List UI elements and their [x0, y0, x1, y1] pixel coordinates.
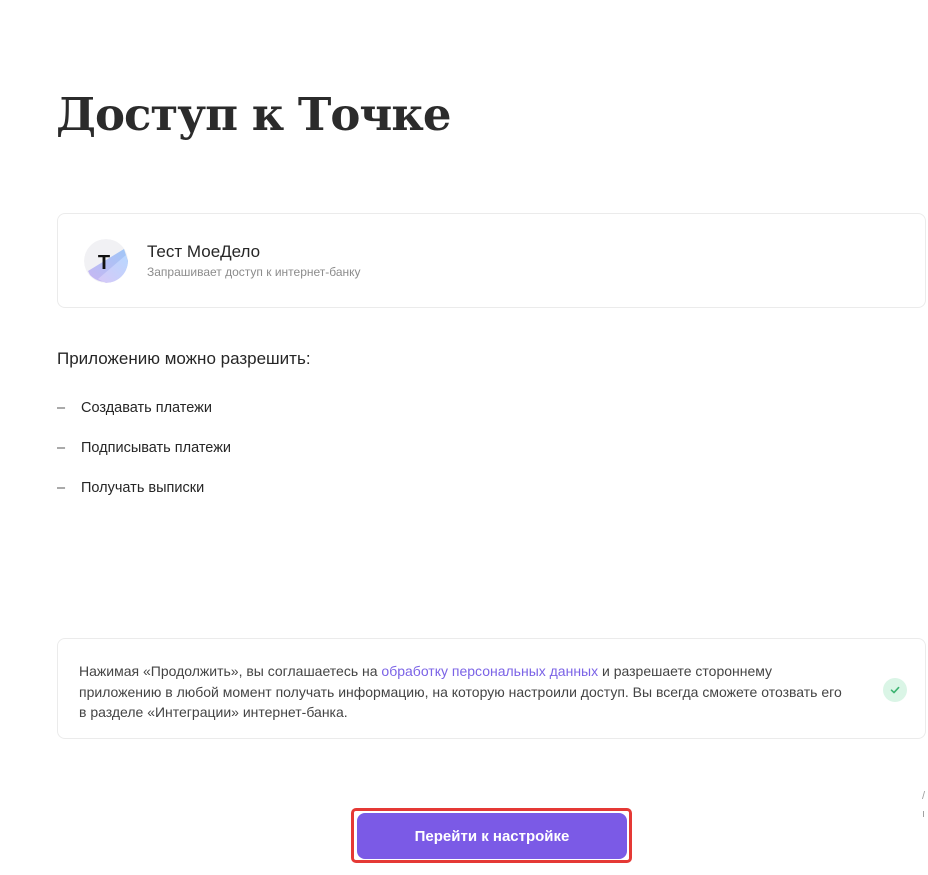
- app-card: T Тест МоеДело Запрашивает доступ к инте…: [57, 213, 926, 308]
- permission-label: Получать выписки: [81, 480, 205, 496]
- check-icon[interactable]: [883, 678, 907, 702]
- list-item: – Создавать платежи: [57, 400, 231, 440]
- consent-card: Нажимая «Продолжить», вы соглашаетесь на…: [57, 638, 926, 739]
- permission-label: Создавать платежи: [81, 400, 212, 416]
- permissions-list: – Создавать платежи – Подписывать платежи …: [57, 400, 231, 520]
- list-dash: –: [57, 440, 66, 456]
- consent-text-before: Нажимая «Продолжить», вы соглашаетесь на: [79, 663, 382, 679]
- permission-label: Подписывать платежи: [81, 440, 231, 456]
- page-title: Доступ к Точке: [56, 88, 451, 141]
- personal-data-link[interactable]: обработку персональных данных: [381, 663, 598, 679]
- edge-glyph: ı: [922, 808, 926, 820]
- app-name: Тест МоеДело: [147, 242, 261, 261]
- consent-text: Нажимая «Продолжить», вы соглашаетесь на…: [79, 661, 849, 723]
- edge-glyph: /: [922, 790, 926, 802]
- go-to-settings-button[interactable]: Перейти к настройке: [357, 813, 627, 859]
- permissions-heading: Приложению можно разрешить:: [57, 349, 311, 368]
- app-logo-icon: T: [84, 239, 128, 283]
- page: Доступ к Точке T Тест МоеДело Запрашивае…: [0, 0, 928, 875]
- list-dash: –: [57, 480, 66, 496]
- list-item: – Получать выписки: [57, 480, 231, 520]
- list-dash: –: [57, 400, 66, 416]
- app-subtitle: Запрашивает доступ к интернет-банку: [147, 265, 361, 279]
- app-logo-letter: T: [98, 252, 110, 274]
- list-item: – Подписывать платежи: [57, 440, 231, 480]
